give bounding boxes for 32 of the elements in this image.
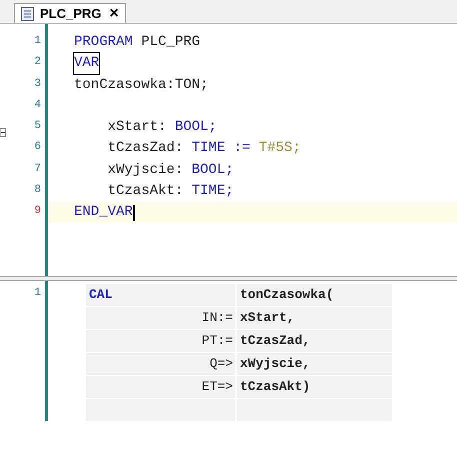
operand-cell: xWyjscie, [237, 353, 392, 375]
operator-cell: ET=> [86, 376, 235, 398]
code-line: xWyjscie: BOOL; [106, 160, 235, 180]
line-number: 7 [34, 162, 41, 176]
code-line: PROGRAM PLC_PRG [73, 33, 202, 52]
operator-cell: PT:= [86, 330, 235, 352]
operand-cell: tCzasAkt) [237, 376, 392, 398]
code-line: tCzasAkt: TIME; [106, 182, 235, 201]
editor-tab[interactable]: PLC_PRG × [14, 3, 126, 23]
code-line: VAR [48, 53, 457, 74]
line-number: 6 [34, 140, 41, 156]
line-number: 2 [34, 55, 41, 70]
line-number: 3 [34, 76, 41, 92]
operator-cell: Q=> [86, 353, 235, 375]
operator-cell: CAL [86, 284, 235, 306]
line-number: 1 [34, 34, 41, 49]
line-number: 9 [34, 204, 41, 219]
line-number: 4 [34, 98, 41, 113]
close-button[interactable]: × [109, 6, 119, 22]
line-number: 5 [34, 119, 41, 134]
code-line: tCzasZad: TIME := T#5S; [106, 139, 302, 158]
line-number: 8 [34, 182, 41, 198]
operand-cell: tCzasZad, [237, 330, 392, 352]
operand-cell: xStart, [237, 307, 392, 329]
line-number: 1 [34, 286, 41, 299]
collapse-icon[interactable] [0, 128, 6, 137]
code-line: tonCzasowka:TON; [73, 76, 210, 95]
tab-label: PLC_PRG [40, 4, 102, 23]
operand-cell: tonCzasowka( [237, 284, 392, 306]
code-line: xStart: BOOL; [106, 118, 218, 138]
operator-cell: IN:= [86, 307, 235, 329]
document-icon [21, 6, 34, 20]
